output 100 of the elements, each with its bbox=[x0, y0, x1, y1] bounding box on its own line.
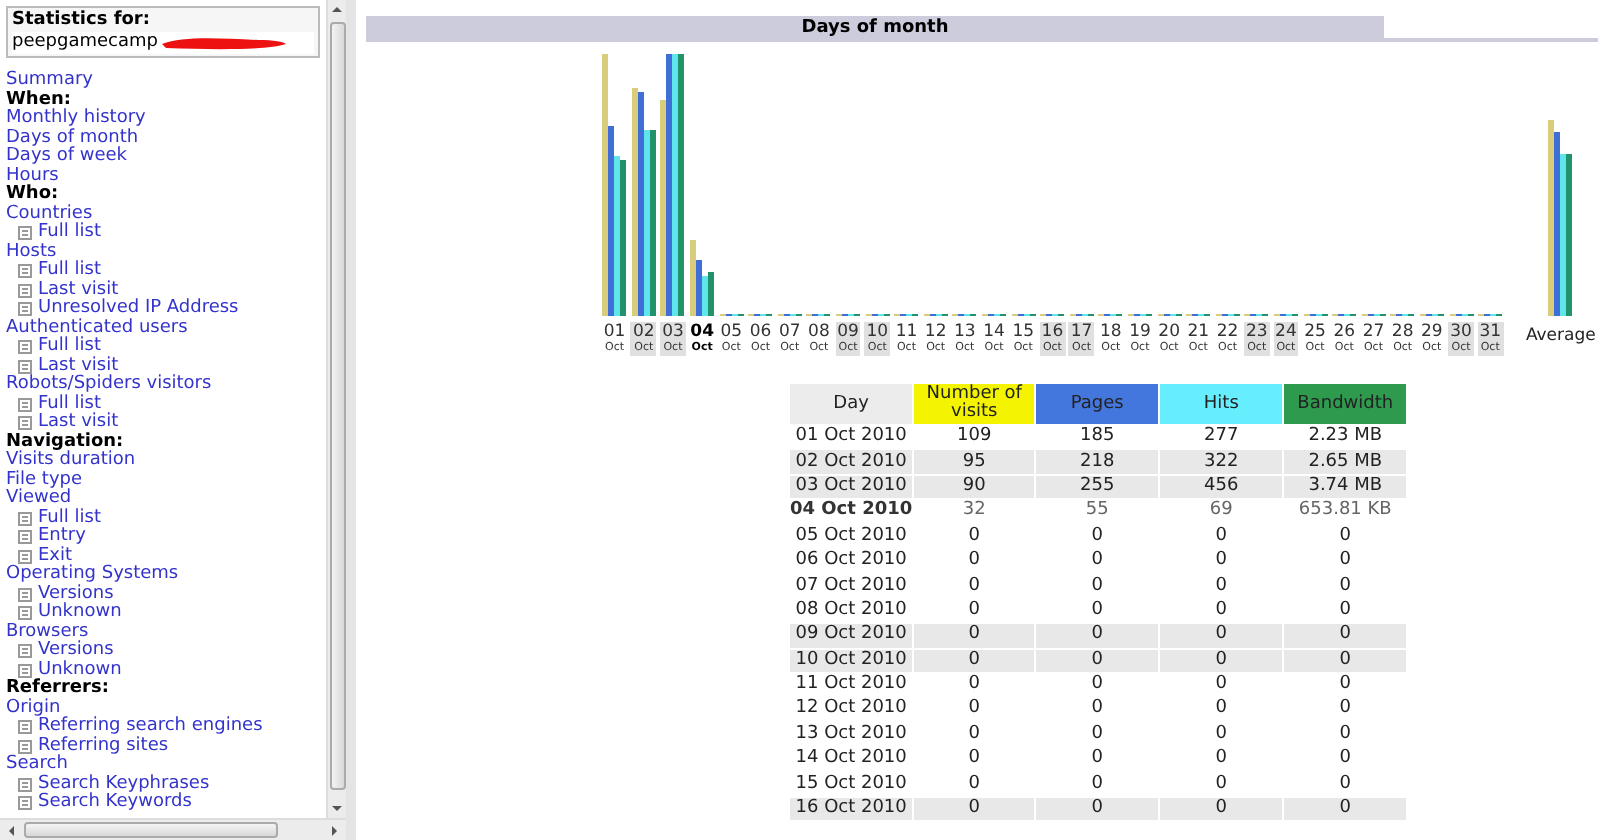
menu-link[interactable]: Viewed bbox=[6, 490, 72, 509]
list-icon bbox=[18, 549, 32, 564]
table-cell-text: 32 bbox=[960, 500, 988, 524]
table-cell-text: 0 bbox=[1089, 599, 1105, 623]
scrollbar-thumb[interactable] bbox=[24, 822, 278, 838]
menu-link[interactable]: Full list bbox=[38, 224, 101, 243]
menu-link[interactable]: Exit bbox=[38, 547, 73, 566]
table-cell-text: 0 bbox=[966, 599, 982, 623]
list-icon bbox=[18, 777, 32, 792]
menu-link[interactable]: Entry bbox=[38, 528, 86, 547]
menu-link[interactable]: Authenticated users bbox=[6, 319, 188, 338]
table-cell-text: 185 bbox=[1078, 426, 1117, 449]
menu-link[interactable]: Versions bbox=[38, 585, 114, 604]
column-header: Day bbox=[790, 384, 913, 424]
table-cell: 0 bbox=[914, 649, 1035, 672]
menu-link[interactable]: Search Keywords bbox=[38, 794, 192, 813]
menu-link[interactable]: File type bbox=[6, 471, 83, 490]
scroll-right-icon[interactable] bbox=[328, 821, 340, 839]
menu-link[interactable]: Full list bbox=[38, 509, 101, 528]
menu-link[interactable]: Versions bbox=[38, 642, 114, 661]
table-cell-text: 0 bbox=[1089, 525, 1105, 548]
table-cell-text: 0 bbox=[1337, 723, 1353, 747]
menu-link[interactable]: Days of week bbox=[6, 148, 128, 167]
list-icon bbox=[18, 302, 32, 317]
table-cell-text: 109 bbox=[955, 426, 994, 449]
table-cell: 0 bbox=[1160, 624, 1283, 648]
menu-link[interactable]: Full list bbox=[38, 395, 101, 414]
menu-heading: When: bbox=[6, 91, 71, 109]
table-cell: 218 bbox=[1036, 450, 1159, 474]
menu-link[interactable]: Full list bbox=[38, 262, 101, 281]
menu-link[interactable]: Hours bbox=[6, 167, 59, 186]
menu-link[interactable]: Robots/Spiders visitors bbox=[6, 376, 212, 395]
table-cell: 0 bbox=[1284, 624, 1407, 648]
column-header: Pages bbox=[1036, 384, 1159, 424]
table-cell: 04 Oct 2010 bbox=[790, 500, 913, 524]
menu-link[interactable]: Unresolved IP Address bbox=[38, 300, 239, 319]
menu-link[interactable]: Countries bbox=[6, 205, 93, 224]
horizontal-scrollbar[interactable] bbox=[0, 818, 346, 840]
table-cell-text: 0 bbox=[1213, 599, 1229, 623]
menu-link[interactable]: Browsers bbox=[6, 623, 89, 642]
menu-link[interactable]: Last visit bbox=[38, 414, 119, 433]
list-icon bbox=[18, 739, 32, 754]
table-cell-text: 0 bbox=[966, 723, 982, 747]
table-cell-text: 0 bbox=[1213, 574, 1229, 598]
menu-link[interactable]: Search Keyphrases bbox=[38, 775, 210, 794]
table-cell-text: 0 bbox=[1337, 549, 1353, 573]
list-icon bbox=[18, 530, 32, 545]
menu-link[interactable]: Referring search engines bbox=[38, 718, 263, 737]
table-cell-text: 0 bbox=[966, 525, 982, 548]
table-cell: 09 Oct 2010 bbox=[790, 624, 913, 648]
scroll-left-icon[interactable] bbox=[6, 821, 18, 839]
menu-link[interactable]: Referring sites bbox=[38, 737, 169, 756]
table-cell-text: 0 bbox=[1213, 723, 1229, 747]
table-cell: 255 bbox=[1036, 475, 1159, 499]
table-cell-text: 0 bbox=[1213, 772, 1229, 796]
table-cell-text: 69 bbox=[1207, 500, 1235, 524]
menu-link[interactable]: Origin bbox=[6, 699, 61, 718]
table-cell-text: 0 bbox=[1089, 748, 1105, 771]
table-cell-text: 11 Oct 2010 bbox=[793, 673, 909, 697]
table-cell: 0 bbox=[1160, 649, 1283, 672]
redaction-mark bbox=[157, 34, 290, 52]
average-label: Average bbox=[1525, 326, 1596, 346]
table-cell: 456 bbox=[1160, 475, 1283, 499]
list-icon bbox=[18, 264, 32, 279]
scroll-down-icon[interactable] bbox=[328, 802, 346, 814]
menu-link[interactable]: Last visit bbox=[38, 281, 119, 300]
table-cell: 0 bbox=[914, 624, 1035, 648]
menu-heading: Navigation: bbox=[6, 433, 124, 451]
table-cell-text: 0 bbox=[1089, 723, 1105, 747]
vertical-scrollbar[interactable] bbox=[326, 0, 346, 818]
table-cell-text: 0 bbox=[1213, 525, 1229, 548]
menu-link[interactable]: Unknown bbox=[38, 604, 122, 623]
list-icon bbox=[18, 663, 32, 678]
menu-link[interactable]: Hosts bbox=[6, 243, 57, 262]
menu-link[interactable]: Last visit bbox=[38, 357, 119, 376]
scrollbar-thumb[interactable] bbox=[329, 22, 345, 790]
menu-link[interactable]: Days of month bbox=[6, 129, 139, 148]
table-cell: 16 Oct 2010 bbox=[790, 797, 913, 821]
scroll-up-icon[interactable] bbox=[328, 4, 346, 16]
stats-label: Statistics for: bbox=[12, 10, 152, 32]
table-cell: 0 bbox=[1284, 649, 1407, 672]
menu-link[interactable]: Visits duration bbox=[6, 452, 136, 471]
menu-link[interactable]: Unknown bbox=[38, 661, 122, 680]
table-cell: 0 bbox=[1284, 797, 1407, 821]
menu-link[interactable]: Full list bbox=[38, 338, 101, 357]
menu-link[interactable]: Monthly history bbox=[6, 110, 146, 129]
table-cell: 03 Oct 2010 bbox=[790, 475, 913, 499]
table-cell-text: 06 Oct 2010 bbox=[793, 549, 909, 573]
list-icon bbox=[18, 397, 32, 412]
menu-link[interactable]: Search bbox=[6, 756, 68, 775]
table-cell-text: 07 Oct 2010 bbox=[793, 574, 909, 598]
table-cell-text: 0 bbox=[1337, 574, 1353, 598]
table-cell-text: 0 bbox=[1337, 525, 1353, 548]
menu-link[interactable]: Summary bbox=[6, 72, 93, 91]
menu-link[interactable]: Operating Systems bbox=[6, 566, 179, 585]
table-cell-text: 55 bbox=[1083, 500, 1111, 524]
list-icon bbox=[18, 644, 32, 659]
section-title: Days of month bbox=[801, 18, 949, 38]
table-cell-text: 0 bbox=[966, 549, 982, 573]
list-icon bbox=[18, 359, 32, 374]
